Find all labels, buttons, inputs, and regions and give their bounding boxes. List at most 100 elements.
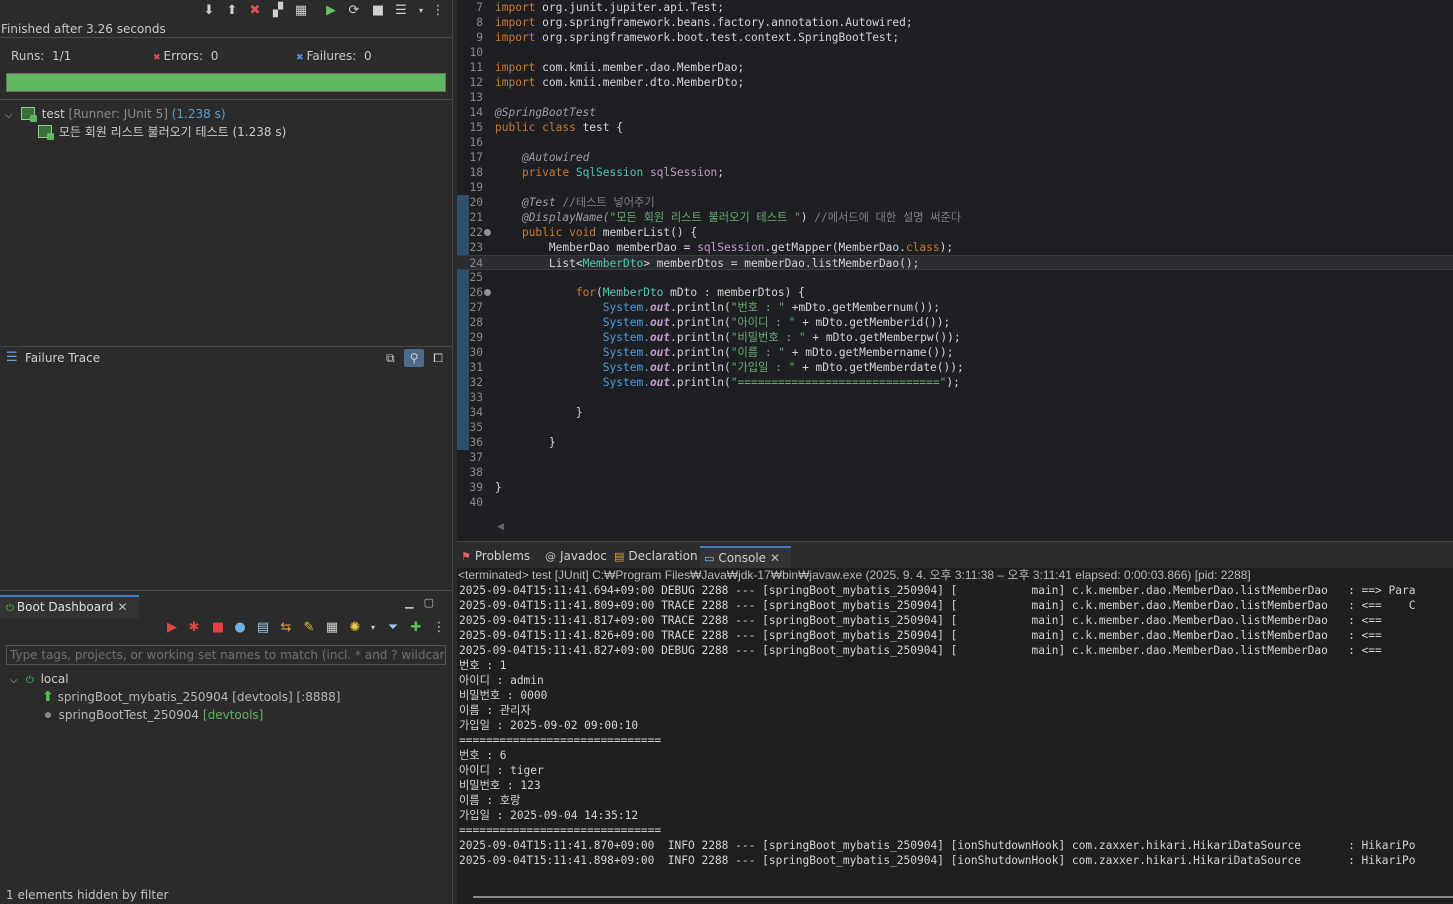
show-failures-only-icon[interactable]: ✖ bbox=[247, 3, 263, 19]
boot-app-stopped[interactable]: springBootTest_250904 [devtools] bbox=[45, 706, 263, 724]
boot-dashboard-tabbar: ⏻ Boot Dashboard ✕ ▁▢ bbox=[0, 590, 452, 618]
failure-trace-content bbox=[0, 369, 452, 587]
test-run-history-icon[interactable]: ☰ bbox=[393, 3, 409, 19]
code-line: 36 } bbox=[469, 436, 556, 449]
view-menu-icon[interactable]: ⋮ bbox=[430, 3, 446, 19]
close-icon[interactable]: ✕ bbox=[770, 551, 780, 565]
console-line: 이름 : 관리자 bbox=[459, 704, 531, 717]
code-line: 28 System.out.println("아이디 : " + mDto.ge… bbox=[469, 316, 951, 329]
next-failure-icon[interactable]: ⬇ bbox=[201, 3, 217, 19]
dropdown-icon[interactable]: ▾ bbox=[365, 620, 381, 636]
failures-value: 0 bbox=[363, 49, 372, 63]
stop-icon[interactable]: ■ bbox=[210, 620, 226, 636]
edit-icon[interactable]: ✎ bbox=[301, 620, 317, 636]
stopped-dot-icon bbox=[45, 712, 51, 718]
console-icon: ▭ bbox=[704, 552, 715, 565]
show-skipped-icon[interactable]: ▦ bbox=[293, 3, 309, 19]
code-line: 35 bbox=[469, 421, 483, 434]
failures-counter: ✖ Failures: 0 bbox=[296, 49, 372, 63]
chevron-down-icon[interactable]: ⌵ bbox=[10, 672, 22, 690]
tab-label: Declaration bbox=[628, 549, 698, 563]
code-line: 25 bbox=[469, 271, 483, 284]
stop-icon[interactable]: ■ bbox=[370, 3, 386, 19]
history-dropdown-icon[interactable]: ▾ bbox=[413, 3, 429, 19]
editor-horizontal-scrollbar[interactable]: ◀ bbox=[457, 520, 1453, 536]
properties-icon[interactable]: ▦ bbox=[324, 620, 340, 636]
failures-label: Failures: bbox=[306, 49, 357, 63]
failure-icon: ✖ bbox=[296, 53, 304, 63]
test-tree-child[interactable]: 모든 회원 리스트 불러오기 테스트 (1.238 s) bbox=[38, 123, 286, 141]
fold-marker-icon[interactable] bbox=[484, 289, 491, 296]
port-forward-icon[interactable]: ⇆ bbox=[278, 620, 294, 636]
console-output[interactable]: 2025-09-04T15:11:41.694+09:00 DEBUG 2288… bbox=[457, 583, 1453, 890]
tab-javadoc[interactable]: @ Javadoc bbox=[541, 546, 607, 568]
runs-counter: Runs: 1/1 bbox=[11, 49, 71, 63]
filter-icon[interactable]: ⏷ bbox=[385, 620, 401, 636]
maximize-icon[interactable]: ▢ bbox=[424, 596, 444, 609]
boot-dashboard-toolbar: ▶ ✱ ■ ● ▤ ⇆ ✎ ▦ ✺ ▾ ⏷ ✚ ⋮ bbox=[160, 620, 450, 638]
javadoc-icon: @ bbox=[545, 550, 556, 563]
console-horizontal-scrollbar[interactable] bbox=[473, 896, 1453, 898]
scroll-lock-icon[interactable]: ▞ bbox=[270, 3, 286, 19]
power-icon: ⏻ bbox=[25, 675, 34, 686]
boot-filter-input[interactable] bbox=[6, 645, 446, 665]
chevron-down-icon[interactable]: ⌵ bbox=[5, 107, 17, 125]
previous-failure-icon[interactable]: ⬆ bbox=[224, 3, 240, 19]
lightbulb-icon[interactable]: ✺ bbox=[347, 620, 363, 636]
code-line: 12 import com.kmii.member.dto.MemberDto; bbox=[469, 76, 745, 89]
test-runner-label: [Runner: JUnit 5] bbox=[68, 107, 168, 121]
test-class-name: test bbox=[41, 107, 65, 121]
restart-icon[interactable]: ▶ bbox=[164, 620, 180, 636]
code-line: 30 System.out.println("이름 : " + mDto.get… bbox=[469, 346, 954, 359]
divider bbox=[0, 37, 452, 38]
test-method-name: 모든 회원 리스트 불러오기 테스트 bbox=[58, 125, 229, 139]
scroll-left-icon[interactable]: ◀ bbox=[497, 522, 504, 532]
tab-declaration[interactable]: ▤ Declaration bbox=[610, 546, 700, 568]
boot-group-local[interactable]: ⌵ ⏻ local bbox=[10, 670, 69, 688]
code-line: 26 for(MemberDto mDto : memberDtos) { bbox=[469, 286, 805, 299]
rerun-test-icon[interactable]: ▶ bbox=[323, 3, 339, 19]
open-console-icon[interactable]: ▤ bbox=[255, 620, 271, 636]
view-menu-icon[interactable]: ⋮ bbox=[431, 620, 447, 636]
console-line: 비밀번호 : 0000 bbox=[459, 689, 548, 702]
filter-stack-trace-icon[interactable]: ⚲ bbox=[404, 349, 425, 367]
fold-marker-icon[interactable] bbox=[484, 229, 491, 236]
boot-group-label: local bbox=[40, 672, 69, 686]
run-status-text: Finished after 3.26 seconds bbox=[1, 22, 166, 36]
open-browser-icon[interactable]: ● bbox=[232, 620, 248, 636]
code-line: 23 MemberDao memberDao = sqlSession.getM… bbox=[469, 241, 954, 254]
restart-debug-icon[interactable]: ✱ bbox=[186, 620, 202, 636]
error-icon: ✖ bbox=[153, 53, 161, 63]
tab-problems[interactable]: ⚑ Problems bbox=[457, 546, 539, 568]
code-line: 20 @Test //테스트 넣어주기 bbox=[469, 196, 655, 209]
code-line: 29 System.out.println("비밀번호 : " + mDto.g… bbox=[469, 331, 961, 344]
errors-label: Errors: bbox=[163, 49, 204, 63]
tab-boot-dashboard[interactable]: ⏻ Boot Dashboard ✕ bbox=[0, 595, 139, 618]
test-progress-bar bbox=[6, 73, 446, 92]
code-line: 31 System.out.println("가입일 : " + mDto.ge… bbox=[469, 361, 964, 374]
console-line: 번호 : 6 bbox=[459, 749, 507, 762]
code-line: 9 import org.springframework.boot.test.co… bbox=[476, 31, 900, 44]
boot-app-running[interactable]: ⬆ springBoot_mybatis_250904 [devtools] [… bbox=[42, 688, 340, 706]
tab-label: Console bbox=[718, 551, 767, 565]
rerun-failed-first-icon[interactable]: ⟳ bbox=[346, 3, 362, 19]
console-line: 이름 : 호랑 bbox=[459, 794, 521, 807]
test-tree-root[interactable]: ⌵ test [Runner: JUnit 5] (1.238 s) bbox=[5, 105, 226, 123]
divider bbox=[0, 99, 452, 100]
java-editor[interactable]: 7 import org.junit.jupiter.api.Test; 8 imp… bbox=[457, 0, 1453, 538]
compare-result-icon[interactable]: ⧉ bbox=[380, 349, 400, 367]
code-line: 40 bbox=[469, 496, 483, 509]
junit-toolbar: ⬇ ⬆ ✖ ▞ ▦ ▶ ⟳ ■ ☰ ▾ ⋮ bbox=[0, 0, 452, 22]
close-icon[interactable]: ✕ bbox=[117, 600, 127, 614]
add-icon[interactable]: ✚ bbox=[408, 620, 424, 636]
tab-console[interactable]: ▭ Console ✕ bbox=[700, 546, 791, 568]
console-line: 아이디 : admin bbox=[459, 674, 544, 687]
runs-label: Runs: bbox=[11, 49, 45, 63]
hidden-by-filter-status: 1 elements hidden by filter bbox=[6, 888, 169, 902]
copy-trace-icon[interactable]: ⧠ bbox=[428, 349, 448, 367]
code-line: 17 @Autowired bbox=[469, 151, 590, 164]
console-line: 2025-09-04T15:11:41.826+09:00 TRACE 2288… bbox=[459, 629, 1382, 642]
minimize-icon[interactable]: ▁ bbox=[405, 596, 423, 609]
power-icon: ⏻ bbox=[6, 603, 14, 614]
console-line: 번호 : 1 bbox=[459, 659, 507, 672]
